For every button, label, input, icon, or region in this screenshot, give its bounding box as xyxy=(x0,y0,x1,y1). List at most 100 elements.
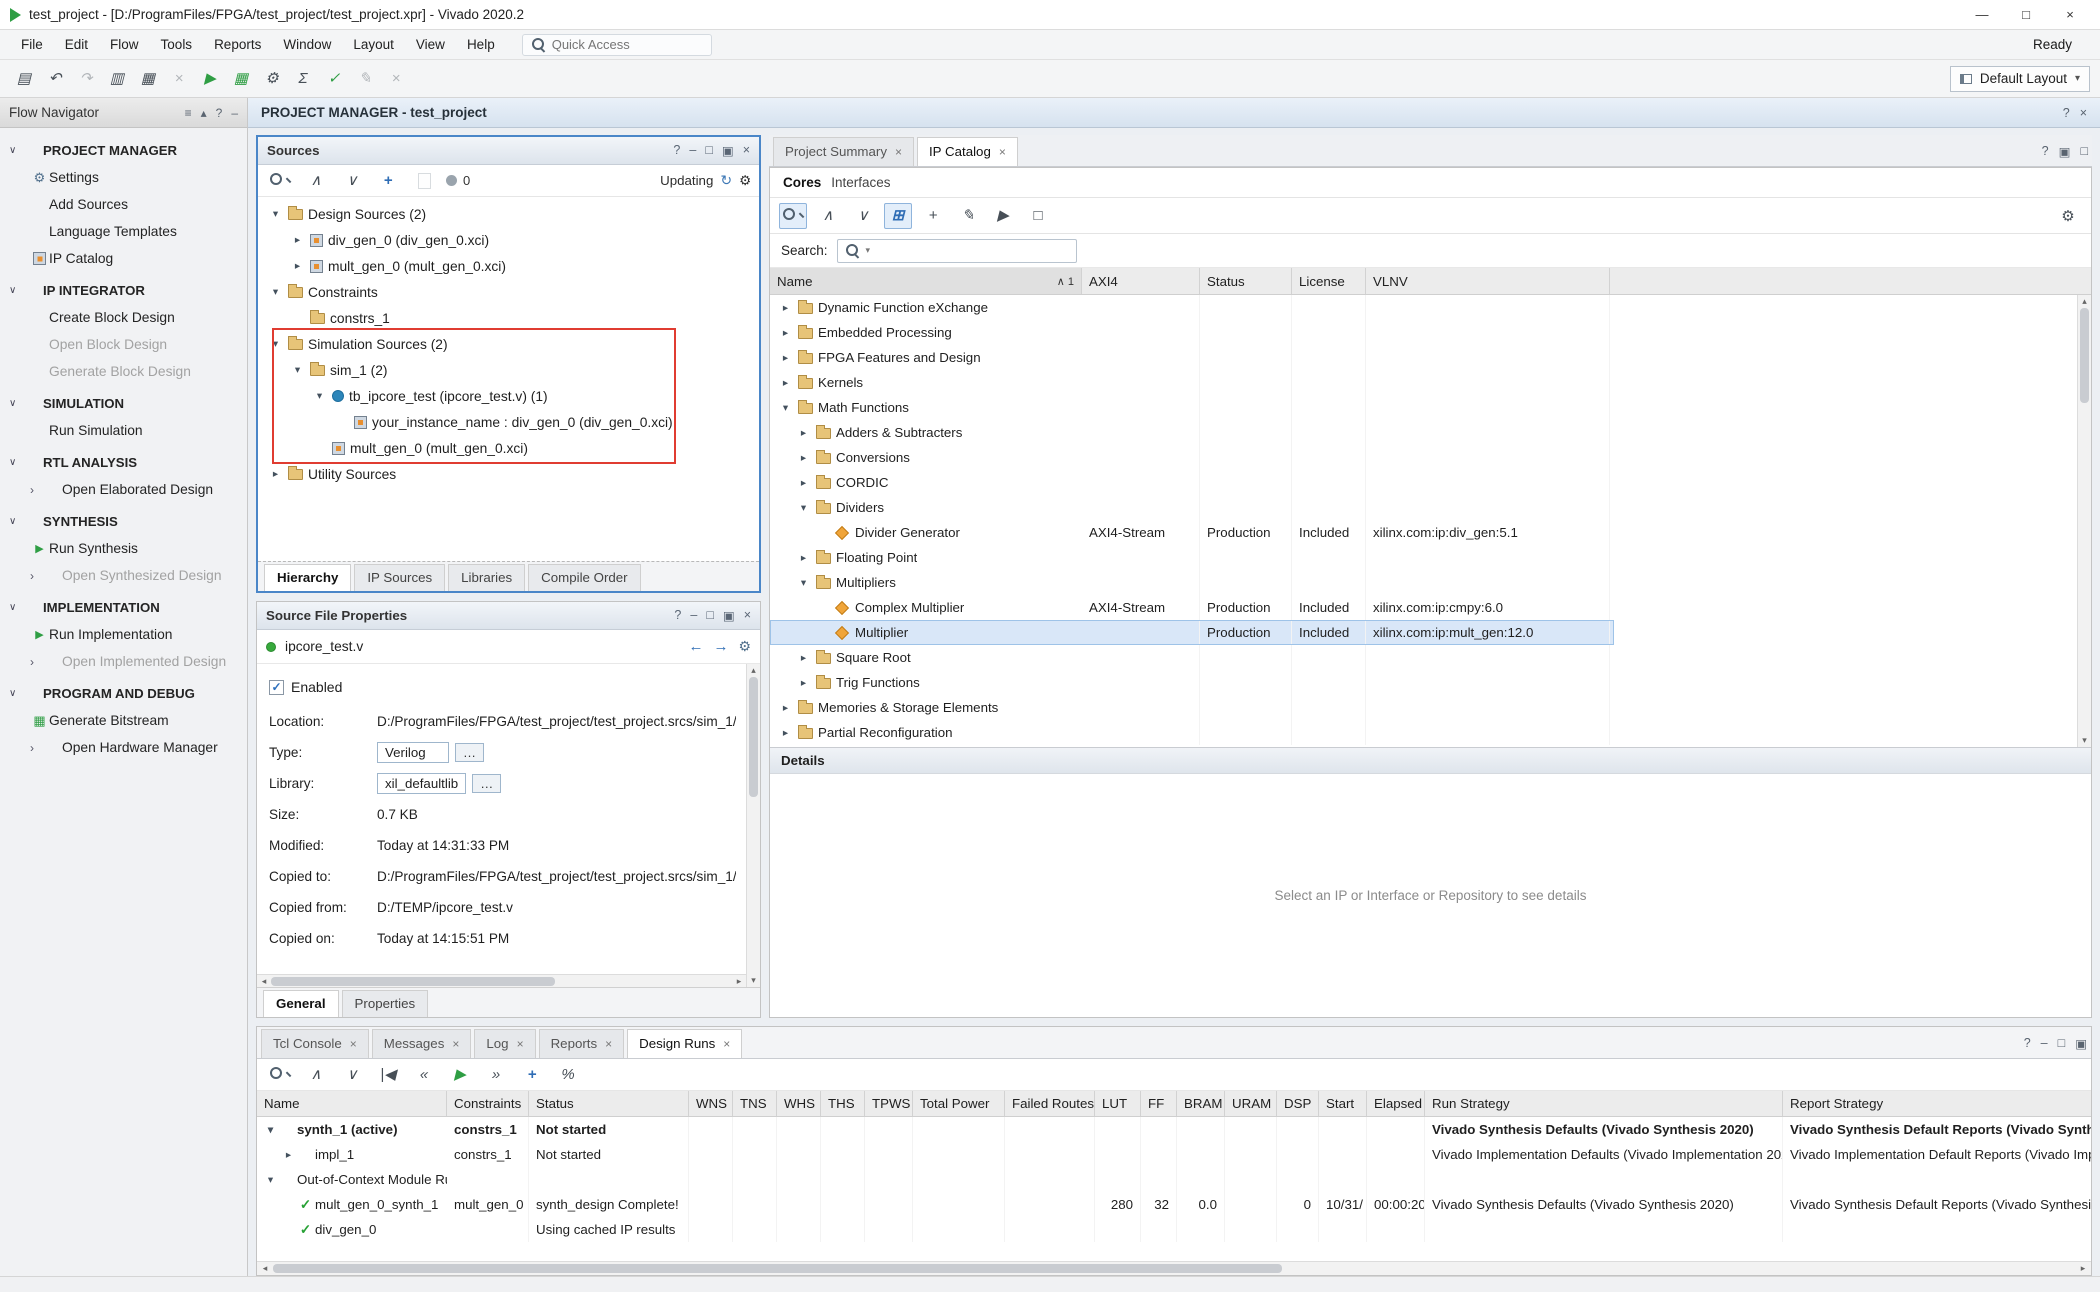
group-by-taxonomy-icon[interactable]: ⊞ xyxy=(884,203,912,229)
vertical-scrollbar[interactable]: ▴ ▾ xyxy=(2077,295,2091,747)
flow-nav-row[interactable]: RTL ANALYSIS xyxy=(0,449,247,476)
maximize-icon[interactable]: □ xyxy=(706,608,714,623)
gear-icon[interactable]: ⚙ xyxy=(739,173,751,189)
properties-view-tab[interactable]: Properties xyxy=(342,990,429,1017)
window-maximize-button[interactable]: □ xyxy=(2006,3,2046,27)
menu-item[interactable]: Edit xyxy=(54,33,99,56)
float-icon[interactable]: ▣ xyxy=(2075,1036,2087,1051)
scrollbar-thumb[interactable] xyxy=(273,1264,1282,1273)
ip-catalog-row[interactable]: Dividers xyxy=(770,495,1614,520)
sources-view-tab[interactable]: Compile Order xyxy=(528,564,640,591)
expander-icon[interactable] xyxy=(778,377,793,389)
window-close-button[interactable]: × xyxy=(2050,3,2090,27)
expander-icon[interactable] xyxy=(796,652,811,664)
search-icon[interactable] xyxy=(266,168,294,194)
column-header[interactable]: WHS xyxy=(777,1091,821,1116)
results-tab[interactable]: Log × xyxy=(474,1029,535,1058)
browse-button[interactable]: … xyxy=(455,743,484,762)
source-tree-row[interactable]: Constraints xyxy=(258,279,759,305)
maximize-icon[interactable]: □ xyxy=(2058,1036,2066,1051)
redo-icon[interactable]: ↷ xyxy=(72,66,100,92)
vertical-scrollbar[interactable]: ▴ ▾ xyxy=(746,664,760,987)
ip-catalog-row[interactable]: CORDIC xyxy=(770,470,1614,495)
ip-catalog-row[interactable]: Dynamic Function eXchange xyxy=(770,295,1614,320)
collapse-all-icon[interactable]: ∧ xyxy=(302,168,330,194)
scroll-right-icon[interactable]: ▸ xyxy=(732,976,746,987)
ip-catalog-row[interactable]: Memories & Storage Elements xyxy=(770,695,1614,720)
flow-nav-row[interactable]: Generate Bitstream xyxy=(0,707,247,734)
sources-view-tab[interactable]: Libraries xyxy=(448,564,525,591)
horizontal-scrollbar[interactable]: ◂ ▸ xyxy=(257,1261,2091,1275)
source-tree-row[interactable]: Simulation Sources (2) xyxy=(258,331,759,357)
expand-all-icon[interactable]: ∨ xyxy=(338,1062,366,1088)
close-icon[interactable]: × xyxy=(743,143,750,158)
column-header[interactable]: Status xyxy=(529,1091,689,1116)
ip-catalog-row[interactable]: Multiplier Production Included xilinx.co… xyxy=(770,620,1614,645)
column-header[interactable]: THS xyxy=(821,1091,865,1116)
scrollbar-thumb[interactable] xyxy=(271,977,555,986)
column-header[interactable]: DSP xyxy=(1277,1091,1319,1116)
window-minimize-button[interactable]: — xyxy=(1962,3,2002,27)
back-arrow-icon[interactable]: ← xyxy=(688,638,703,655)
workspace-tab[interactable]: IP Catalog × xyxy=(917,137,1018,166)
browse-button[interactable]: … xyxy=(472,774,501,793)
ip-catalog-row[interactable]: Conversions xyxy=(770,445,1614,470)
column-header[interactable]: Run Strategy xyxy=(1425,1091,1783,1116)
settings-icon[interactable]: ⚙ xyxy=(258,66,286,92)
column-header[interactable]: FF xyxy=(1141,1091,1177,1116)
help-icon[interactable]: ? xyxy=(673,143,680,158)
flow-nav-row[interactable]: Open Elaborated Design xyxy=(0,476,247,503)
menu-item[interactable]: Layout xyxy=(342,33,405,56)
close-icon[interactable]: × xyxy=(2080,106,2087,120)
step-forward-icon[interactable]: » xyxy=(482,1062,510,1088)
column-header[interactable]: Name xyxy=(257,1091,447,1116)
column-header[interactable]: Name 1 xyxy=(770,268,1082,294)
close-icon[interactable]: × xyxy=(744,608,751,623)
flow-nav-row[interactable]: Open Block Design xyxy=(0,331,247,358)
design-run-row[interactable]: synth_1 (active) constrs_1 Not started xyxy=(257,1117,2091,1142)
run-icon[interactable]: ▶ xyxy=(196,66,224,92)
column-header[interactable]: Elapsed xyxy=(1367,1091,1425,1116)
menu-item[interactable]: Tools xyxy=(150,33,204,56)
expander-icon[interactable] xyxy=(796,427,811,439)
expander-icon[interactable] xyxy=(778,302,793,314)
gear-icon[interactable]: ⚙ xyxy=(738,638,751,655)
scroll-down-icon[interactable]: ▾ xyxy=(751,974,756,987)
add-sources-icon[interactable]: + xyxy=(374,168,402,194)
expander-icon[interactable] xyxy=(263,1124,278,1136)
close-tab-icon[interactable]: × xyxy=(605,1037,612,1051)
close-tab-icon[interactable]: × xyxy=(895,145,902,159)
quick-access-input[interactable] xyxy=(552,37,682,52)
delete-icon[interactable]: × xyxy=(165,66,193,92)
scroll-left-icon[interactable]: ◂ xyxy=(257,1263,273,1274)
expander-icon[interactable] xyxy=(268,468,283,480)
enabled-checkbox[interactable] xyxy=(269,680,284,695)
details-view-icon[interactable]: □ xyxy=(1024,203,1052,229)
ip-catalog-row[interactable]: Embedded Processing xyxy=(770,320,1614,345)
percent-icon[interactable]: % xyxy=(554,1062,582,1088)
validate-icon[interactable]: ✓ xyxy=(320,66,348,92)
ip-search-input[interactable] xyxy=(876,243,1068,258)
sources-view-tab[interactable]: IP Sources xyxy=(354,564,445,591)
expander-icon[interactable] xyxy=(290,260,305,272)
source-tree-row[interactable]: sim_1 (2) xyxy=(258,357,759,383)
expander-icon[interactable] xyxy=(778,727,793,739)
design-run-row[interactable]: div_gen_0 Using cached IP results xyxy=(257,1217,2091,1242)
column-header[interactable]: Total Power xyxy=(913,1091,1005,1116)
expander-icon[interactable] xyxy=(796,552,811,564)
expander-icon[interactable] xyxy=(281,1149,296,1161)
source-tree-row[interactable]: constrs_1 xyxy=(258,305,759,331)
column-header[interactable]: VLNV xyxy=(1366,268,1610,294)
settings-gear-icon[interactable]: ⚙ xyxy=(2054,203,2082,229)
expander-icon[interactable] xyxy=(796,577,811,589)
source-tree-row[interactable]: mult_gen_0 (mult_gen_0.xci) xyxy=(258,253,759,279)
column-header[interactable]: Failed Routes xyxy=(1005,1091,1095,1116)
source-tree-row[interactable]: div_gen_0 (div_gen_0.xci) xyxy=(258,227,759,253)
copy-icon[interactable]: ▥ xyxy=(103,66,131,92)
ip-catalog-subtab[interactable]: Cores xyxy=(783,175,821,190)
expander-icon[interactable] xyxy=(268,338,283,350)
menu-item[interactable]: Window xyxy=(272,33,342,56)
ip-catalog-row[interactable]: Floating Point xyxy=(770,545,1614,570)
source-tree-row[interactable]: your_instance_name : div_gen_0 (div_gen_… xyxy=(258,409,759,435)
source-tree-row[interactable]: mult_gen_0 (mult_gen_0.xci) xyxy=(258,435,759,461)
